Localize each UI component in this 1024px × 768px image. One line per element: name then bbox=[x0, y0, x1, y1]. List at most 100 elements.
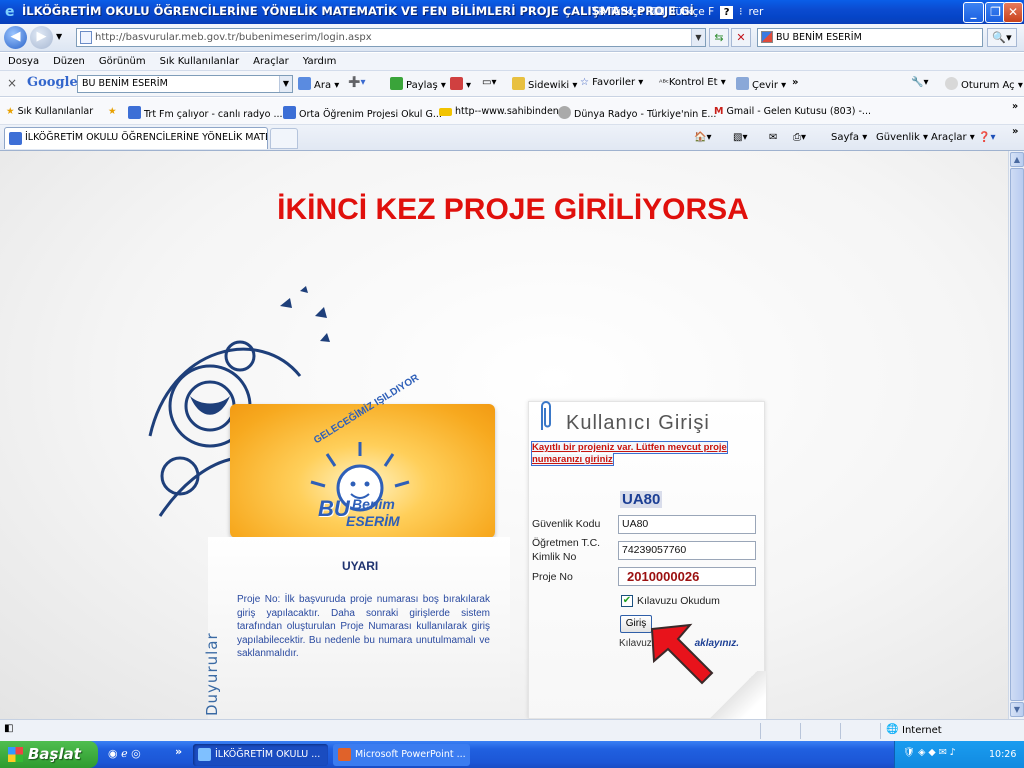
language-bar[interactable]: TR Türkçe ⌨ Türkçe F ? ⁝ rer bbox=[592, 3, 763, 21]
existing-project-warning: Kayıtlı bir projeniz var. Lütfen mevcut … bbox=[531, 441, 728, 466]
taskbar-ie-button[interactable]: İLKÖĞRETİM OKULU ... bbox=[193, 744, 328, 766]
tc-id-label-2: Kimlik No bbox=[532, 551, 577, 563]
guide-read-label[interactable]: Kılavuzu Okudum bbox=[637, 595, 720, 607]
language-name[interactable]: Türkçe F bbox=[670, 6, 714, 18]
scroll-up-icon[interactable]: ▲ bbox=[1010, 152, 1024, 167]
title-bar: e İLKÖĞRETİM OKULU ÖĞRENCİLERİNE YÖNELİK… bbox=[0, 0, 1024, 24]
ie-logo-icon: e bbox=[5, 4, 15, 20]
warning-text: Proje No: İlk başvuruda proje numarası b… bbox=[237, 594, 490, 659]
sign-in-button[interactable]: Oturum Aç ▾ bbox=[945, 77, 1023, 91]
print-icon[interactable]: ⎙▾ bbox=[793, 132, 806, 143]
tools-menu[interactable]: Araçlar ▾ bbox=[931, 132, 975, 143]
search-button[interactable]: 🔍▾ bbox=[987, 28, 1017, 47]
history-dropdown-icon[interactable]: ▼ bbox=[56, 32, 62, 41]
start-button[interactable]: Başlat bbox=[0, 741, 98, 768]
translate-icon bbox=[736, 77, 749, 90]
search-field[interactable]: BU BENİM ESERİM bbox=[757, 28, 983, 47]
ie-page-icon bbox=[9, 132, 22, 145]
red-pointer-arrow-icon bbox=[650, 623, 714, 685]
menu-view[interactable]: Görünüm bbox=[99, 56, 146, 67]
highlight-button[interactable]: ▭▾ bbox=[482, 77, 496, 88]
search-provider-icon bbox=[761, 31, 773, 43]
stop-icon[interactable]: ✕ bbox=[731, 28, 751, 47]
page-icon bbox=[80, 31, 92, 44]
page-status-icon: ◧ bbox=[4, 723, 14, 734]
security-code-input[interactable]: UA80 bbox=[618, 515, 756, 534]
clock[interactable]: 10:26 bbox=[989, 749, 1016, 760]
menu-edit[interactable]: Düzen bbox=[53, 56, 85, 67]
address-dropdown-icon[interactable]: ▼ bbox=[691, 29, 705, 46]
internet-zone-icon: 🌐 bbox=[886, 724, 899, 735]
forward-button[interactable]: ▶ bbox=[30, 26, 53, 49]
help-icon[interactable]: ? bbox=[720, 5, 734, 19]
commands-more-icon[interactable]: » bbox=[1012, 126, 1018, 137]
quicklaunch-more-icon[interactable]: » bbox=[175, 745, 182, 758]
link-icon bbox=[439, 108, 452, 116]
favorites-more-icon[interactable]: » bbox=[1012, 101, 1018, 112]
feeds-icon[interactable]: ▧▾ bbox=[733, 132, 747, 143]
more-chevron-icon[interactable]: » bbox=[792, 77, 798, 88]
menu-tools[interactable]: Araçlar bbox=[253, 56, 289, 67]
powerpoint-icon bbox=[338, 748, 351, 761]
logo-bu: BU bbox=[318, 496, 350, 521]
translate-button[interactable]: Çevir ▾ bbox=[736, 77, 786, 91]
favorites-button[interactable]: ☆ Favoriler ▾ bbox=[580, 77, 643, 88]
favorite-link-2[interactable]: Orta Öğrenim Projesi Okul G... bbox=[283, 106, 442, 120]
scroll-thumb[interactable] bbox=[1010, 168, 1024, 701]
address-url[interactable]: http://basvurular.meb.gov.tr/bubenimeser… bbox=[95, 32, 372, 43]
bookmark-icon bbox=[450, 77, 463, 90]
close-toolbar-icon[interactable]: × bbox=[7, 76, 17, 90]
tab-title[interactable]: İLKÖĞRETİM OKULU ÖĞRENCİLERİNE YÖNELİK M… bbox=[25, 132, 267, 143]
sidewiki-button[interactable]: Sidewiki ▾ bbox=[512, 77, 577, 91]
tray-icons[interactable]: 🛡 ◈ ◆ ✉ ♪ bbox=[903, 747, 956, 758]
close-button[interactable]: ✕ bbox=[1003, 2, 1023, 23]
favorites-menu[interactable]: ★ Sık Kullanılanlar bbox=[6, 106, 93, 117]
wrench-icon[interactable]: 🔧▾ bbox=[911, 77, 928, 88]
refresh-icon[interactable]: ⇆ bbox=[709, 28, 729, 47]
safety-menu[interactable]: Güvenlik ▾ bbox=[876, 132, 928, 143]
spellcheck-icon: ᴬᴮᶜ bbox=[659, 78, 669, 87]
plus-icon[interactable]: ➕▾ bbox=[348, 77, 365, 88]
language-indicator[interactable]: TR Türkçe bbox=[592, 6, 643, 18]
new-tab-button[interactable] bbox=[270, 128, 298, 149]
project-no-input[interactable]: 2010000026 bbox=[618, 567, 756, 586]
quicklaunch-icons[interactable]: ◉ ℯ ◎ bbox=[108, 747, 141, 760]
bookmark-button[interactable]: ▾ bbox=[450, 77, 471, 91]
scroll-down-icon[interactable]: ▼ bbox=[1010, 702, 1024, 717]
google-search-button[interactable]: Ara ▾ bbox=[298, 77, 339, 91]
google-dropdown-icon[interactable]: ▼ bbox=[279, 76, 292, 92]
guide-read-checkbox[interactable]: ✔ bbox=[621, 595, 633, 607]
address-field[interactable]: http://basvurular.meb.gov.tr/bubenimeser… bbox=[76, 28, 706, 47]
tab-active[interactable]: İLKÖĞRETİM OKULU ÖĞRENCİLERİNE YÖNELİK M… bbox=[4, 127, 268, 149]
status-bar: ◧ 🌐 Internet bbox=[0, 719, 1024, 741]
favorite-link-4[interactable]: Dünya Radyo - Türkiye'nin E... bbox=[558, 106, 716, 120]
announcements-side-tab[interactable]: Duyurular bbox=[203, 556, 221, 716]
ie-page-icon bbox=[128, 106, 141, 119]
favorite-link-5[interactable]: M Gmail - Gelen Kutusu (803) -... bbox=[714, 106, 871, 117]
google-search-value[interactable]: BU BENİM ESERİM bbox=[82, 78, 168, 89]
radio-icon bbox=[558, 106, 571, 119]
home-icon[interactable]: 🏠▾ bbox=[694, 132, 711, 143]
taskbar-powerpoint-button[interactable]: Microsoft PowerPoint ... bbox=[333, 744, 470, 766]
page-menu[interactable]: Sayfa ▾ bbox=[831, 132, 867, 143]
menu-help[interactable]: Yardım bbox=[303, 56, 337, 67]
help-menu-icon[interactable]: ❓▾ bbox=[978, 132, 995, 143]
favorite-link-3[interactable]: http--www.sahibinden bbox=[439, 106, 559, 117]
back-button[interactable]: ◀ bbox=[4, 26, 27, 49]
tc-id-input[interactable]: 74239057760 bbox=[618, 541, 756, 560]
menu-bar: Dosya Düzen Görünüm Sık Kullanılanlar Ar… bbox=[0, 53, 1024, 71]
mail-icon[interactable]: ✉ bbox=[769, 132, 777, 143]
spellcheck-button[interactable]: ᴬᴮᶜKontrol Et ▾ bbox=[659, 77, 726, 88]
langbar-options-icon[interactable]: ⁝ bbox=[739, 6, 742, 18]
vertical-scrollbar[interactable]: ▲ ▼ bbox=[1008, 151, 1024, 719]
menu-favorites[interactable]: Sık Kullanılanlar bbox=[160, 56, 240, 67]
add-favorite-icon[interactable]: ★ bbox=[108, 106, 117, 117]
minimize-button[interactable]: _ bbox=[963, 2, 984, 23]
page-headline: İKİNCİ KEZ PROJE GİRİLİYORSA bbox=[277, 193, 749, 226]
share-button[interactable]: Paylaş ▾ bbox=[390, 77, 446, 91]
menu-file[interactable]: Dosya bbox=[8, 56, 39, 67]
tab-strip: İLKÖĞRETİM OKULU ÖĞRENCİLERİNE YÖNELİK M… bbox=[0, 125, 1024, 151]
favorite-link-1[interactable]: Trt Fm çalıyor - canlı radyo ... bbox=[128, 106, 283, 120]
google-search-input[interactable]: BU BENİM ESERİM ▼ bbox=[77, 75, 293, 93]
search-value[interactable]: BU BENİM ESERİM bbox=[776, 32, 862, 43]
